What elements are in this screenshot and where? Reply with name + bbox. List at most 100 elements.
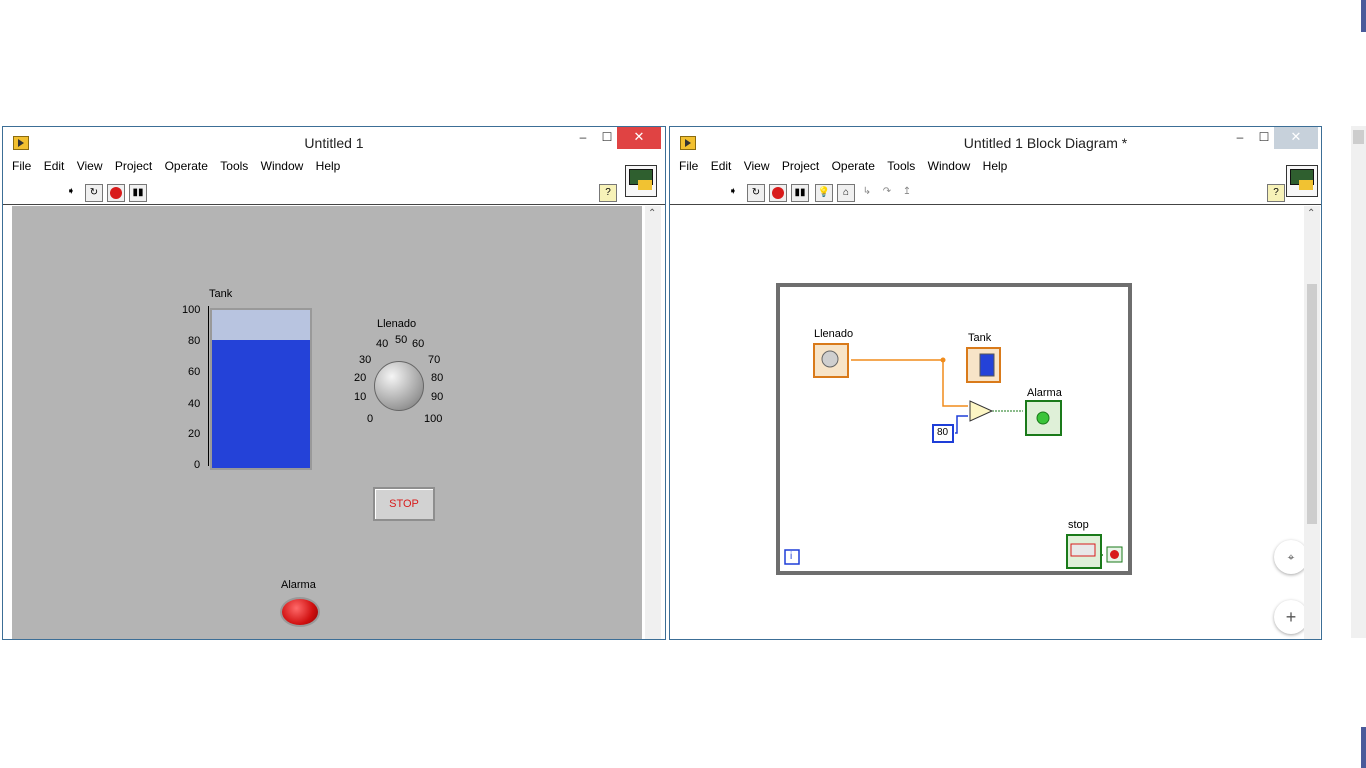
llenado-node-label: Llenado <box>814 328 854 340</box>
menu-operate[interactable]: Operate <box>832 159 875 173</box>
tank-tick: 80 <box>188 335 201 347</box>
menu-tools[interactable]: Tools <box>887 159 915 173</box>
step-out-icon[interactable]: ↥ <box>899 184 915 200</box>
vi-icon <box>625 165 657 197</box>
stop-node-label: stop <box>1068 519 1089 531</box>
help-icon[interactable]: ? <box>1267 184 1285 202</box>
step-over-icon[interactable]: ↷ <box>879 184 895 200</box>
desktop-scrollbar[interactable] <box>1351 126 1366 638</box>
pause-icon[interactable]: ▮▮ <box>129 184 147 202</box>
block-diagram-window: Untitled 1 Block Diagram * ‒ ☐ ✕ File Ed… <box>669 126 1322 640</box>
menu-file[interactable]: File <box>679 159 698 173</box>
knob-tick: 100 <box>424 413 443 425</box>
highlight-execution-icon[interactable]: 💡 <box>815 184 833 202</box>
block-diagram-svg <box>776 283 1132 575</box>
menu-view[interactable]: View <box>77 159 103 173</box>
front-panel-title: Untitled 1 <box>304 135 364 151</box>
menu-edit[interactable]: Edit <box>711 159 732 173</box>
tank-label: Tank <box>209 288 233 300</box>
knob-label: Llenado <box>377 318 417 330</box>
knob-tick: 0 <box>367 413 374 425</box>
run-continuously-icon[interactable]: ↻ <box>85 184 103 202</box>
tank-tick: 60 <box>188 366 201 378</box>
block-diagram-menubar: File Edit View Project Operate Tools Win… <box>670 159 1007 177</box>
pause-icon[interactable]: ▮▮ <box>791 184 809 202</box>
knob-tick: 30 <box>359 354 372 366</box>
menu-window[interactable]: Window <box>261 159 304 173</box>
tank-fill-level <box>212 340 310 468</box>
menu-project[interactable]: Project <box>115 159 152 173</box>
stop-if-true-icon <box>1110 550 1119 559</box>
constant-80-value: 80 <box>937 427 949 438</box>
wire-constant-to-compare[interactable] <box>955 415 968 434</box>
scroll-up-arrow-icon[interactable]: ⌃ <box>1307 208 1315 219</box>
front-panel-window: Untitled 1 ‒ ☐ ✕ File Edit View Project … <box>2 126 666 640</box>
run-continuously-icon[interactable]: ↻ <box>747 184 765 202</box>
menu-operate[interactable]: Operate <box>165 159 208 173</box>
run-arrow-icon[interactable]: ➧ <box>63 184 79 200</box>
alarma-label: Alarma <box>281 579 316 591</box>
step-into-icon[interactable]: ↳ <box>859 184 875 200</box>
tank-tick: 20 <box>188 428 201 440</box>
front-panel-menubar: File Edit View Project Operate Tools Win… <box>3 159 340 177</box>
stop-terminal-icon <box>1070 543 1096 557</box>
iteration-label: i <box>790 551 793 562</box>
labview-app-icon <box>680 136 696 150</box>
alarma-led-icon <box>1036 411 1050 425</box>
menu-window[interactable]: Window <box>928 159 971 173</box>
menu-file[interactable]: File <box>12 159 31 173</box>
edge-accent-top <box>1361 0 1366 32</box>
block-diagram-toolbar: ➧ ↻ ▮▮ 💡 ⌂ ↳ ↷ ↥ ? <box>670 179 1321 203</box>
desktop-scroll-thumb[interactable] <box>1353 130 1364 144</box>
front-panel-titlebar[interactable]: Untitled 1 ‒ ☐ ✕ <box>3 127 665 159</box>
tank-indicator <box>210 308 312 470</box>
zoom-fit-button[interactable]: ⌖ <box>1274 540 1308 574</box>
stop-button[interactable]: STOP <box>373 487 435 521</box>
knob-tick: 20 <box>354 372 367 384</box>
block-diagram-scrollbar[interactable]: ⌃ <box>1304 206 1320 639</box>
llenado-knob[interactable] <box>374 361 424 411</box>
block-diagram-canvas: Llenado Tank Alarma stop 80 i ⌖ + <box>675 206 1308 639</box>
vi-icon <box>1286 165 1318 197</box>
tank-node-label: Tank <box>968 332 992 344</box>
alarma-led <box>280 597 320 627</box>
menu-edit[interactable]: Edit <box>44 159 65 173</box>
knob-tick: 90 <box>431 391 444 403</box>
zoom-in-button[interactable]: + <box>1274 600 1308 634</box>
knob-tick: 10 <box>354 391 367 403</box>
abort-icon[interactable] <box>769 184 787 202</box>
help-icon[interactable]: ? <box>599 184 617 202</box>
menu-help[interactable]: Help <box>983 159 1008 173</box>
block-diagram-titlebar[interactable]: Untitled 1 Block Diagram * ‒ ☐ ✕ <box>670 127 1321 159</box>
scroll-up-arrow-icon[interactable]: ⌃ <box>648 208 656 219</box>
tank-scale-axis <box>208 306 209 466</box>
menu-project[interactable]: Project <box>782 159 819 173</box>
llenado-knob-icon <box>821 350 839 368</box>
front-panel-scrollbar[interactable]: ⌃ <box>645 206 661 639</box>
toolbar-divider <box>670 204 1321 205</box>
tank-terminal-icon <box>979 353 995 377</box>
edge-accent-bottom <box>1361 727 1366 768</box>
knob-tick: 60 <box>412 338 425 350</box>
abort-icon[interactable] <box>107 184 125 202</box>
menu-help[interactable]: Help <box>316 159 341 173</box>
menu-tools[interactable]: Tools <box>220 159 248 173</box>
knob-tick: 40 <box>376 338 389 350</box>
greater-than-node[interactable] <box>969 400 994 422</box>
scroll-thumb[interactable] <box>1307 284 1317 524</box>
wire-llenado-to-compare[interactable] <box>942 360 968 407</box>
close-button[interactable]: ✕ <box>617 127 661 149</box>
retain-wire-values-icon[interactable]: ⌂ <box>837 184 855 202</box>
front-panel-toolbar: ➧ ↻ ▮▮ ? <box>3 179 665 203</box>
tank-tick: 40 <box>188 398 201 410</box>
wire-junction <box>940 357 946 363</box>
knob-tick: 80 <box>431 372 444 384</box>
run-arrow-icon[interactable]: ➧ <box>725 184 741 200</box>
close-button[interactable]: ✕ <box>1274 127 1318 149</box>
alarma-node-label: Alarma <box>1027 387 1062 399</box>
tank-tick: 0 <box>194 459 201 471</box>
front-panel-canvas: Tank 100 80 60 40 20 0 Llenado 0 10 20 3… <box>12 206 642 639</box>
tank-tick: 100 <box>182 304 201 316</box>
knob-tick: 50 <box>395 334 408 346</box>
menu-view[interactable]: View <box>744 159 770 173</box>
